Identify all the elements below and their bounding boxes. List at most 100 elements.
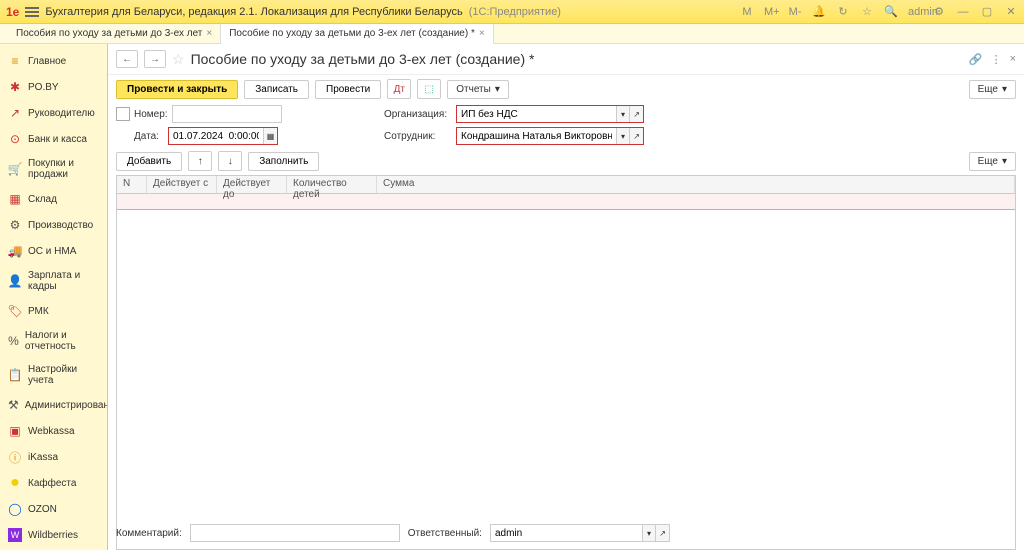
dropdown-icon[interactable]: ▾ [616,128,630,144]
open-ref-icon[interactable]: ↗ [655,525,669,541]
kebab-icon[interactable]: ⋮ [991,53,1002,66]
sidebar-item-ozon[interactable]: ◯OZON [0,496,107,522]
sidebar-item-bank[interactable]: ⊙Банк и касса [0,126,107,152]
tab-close-icon[interactable]: × [206,28,212,39]
forward-button[interactable]: → [144,50,166,68]
sidebar-item-production[interactable]: ⚙Производство [0,212,107,238]
back-button[interactable]: ← [116,50,138,68]
org-input[interactable] [457,106,616,122]
reports-dropdown[interactable]: Отчеты▾ [447,80,509,99]
post-and-close-button[interactable]: Провести и закрыть [116,80,238,99]
tab-close-icon[interactable]: × [479,28,485,39]
table-header: N Действует с Действует до Количество де… [117,176,1015,194]
page-title: Пособие по уходу за детьми до 3-ех лет (… [191,51,535,67]
menu-icon[interactable] [25,7,39,17]
tab-label: Пособие по уходу за детьми до 3-ех лет (… [229,28,475,39]
sidebar: ≡ Главное ✱PO.BY ↗Руководителю ⊙Банк и ка… [0,44,108,550]
sidebar-label: iKassa [28,452,58,463]
chevron-down-icon: ▾ [1002,84,1007,95]
star-icon: ✱ [8,80,22,94]
memory-mplus[interactable]: M+ [764,6,778,18]
search-icon[interactable]: 🔍 [884,5,898,18]
logo-1c: 1e [6,5,19,19]
memory-mminus[interactable]: M- [788,6,802,18]
history-icon[interactable]: ↻ [836,5,850,18]
tab-document[interactable]: Пособие по уходу за детьми до 3-ех лет (… [221,24,493,44]
sidebar-label: Главное [28,56,66,67]
close-panel-icon[interactable]: × [1010,53,1016,66]
fill-button[interactable]: Заполнить [248,152,319,171]
move-up-button[interactable]: ↑ [188,151,212,171]
manual-number-checkbox[interactable] [116,107,130,121]
bell-icon[interactable]: 🔔 [812,5,826,18]
write-button[interactable]: Записать [244,80,309,99]
sidebar-item-sales[interactable]: 🛒Покупки и продажи [0,152,107,186]
sidebar-label: Банк и касса [28,134,87,145]
close-icon[interactable]: ✕ [1004,5,1018,18]
home-icon: ≡ [8,54,22,68]
settings-icon[interactable]: ⚙ [932,5,946,18]
maximize-icon[interactable]: ▢ [980,5,994,18]
reports-label: Отчеты [456,84,491,95]
move-down-button[interactable]: ↓ [218,151,242,171]
structure-button[interactable]: ⬚ [417,79,441,99]
sidebar-item-webkassa[interactable]: ▣Webkassa [0,418,107,444]
col-sum[interactable]: Сумма [377,176,1015,193]
dropdown-icon[interactable]: ▾ [642,525,656,541]
emp-input[interactable] [457,128,616,144]
tab-list[interactable]: Пособия по уходу за детьми до 3-ех лет × [8,24,221,43]
sidebar-item-wildberries[interactable]: WWildberries [0,522,107,548]
favorite-icon[interactable]: ☆ [172,51,185,68]
sidebar-label: Webkassa [28,426,75,437]
dropdown-icon[interactable]: ▾ [616,106,630,122]
tab-label: Пособия по уходу за детьми до 3-ех лет [16,28,202,39]
sidebar-item-kaffesta[interactable]: ●Каффеста [0,470,107,496]
sidebar-label: Каффеста [28,478,76,489]
minimize-icon[interactable]: — [956,6,970,18]
toolbar: Провести и закрыть Записать Провести Дт … [108,75,1024,103]
form-row-1: Номер: Организация: ▾ ↗ [108,103,1024,125]
sidebar-item-manager[interactable]: ↗Руководителю [0,100,107,126]
number-input[interactable] [173,106,281,122]
post-button[interactable]: Провести [315,80,381,99]
table-row[interactable] [117,194,1015,210]
comment-input[interactable] [190,524,400,542]
sidebar-item-taxes[interactable]: %Налоги и отчетность [0,324,107,358]
open-ref-icon[interactable]: ↗ [629,106,643,122]
sidebar-item-poby[interactable]: ✱PO.BY [0,74,107,100]
col-n[interactable]: N [117,176,147,193]
user-label[interactable]: admin [908,6,922,18]
footer: Комментарий: Ответственный: ▾ ↗ [108,520,1024,546]
col-to[interactable]: Действует до [217,176,287,193]
sidebar-label: Настройки учета [28,364,99,386]
sidebar-item-assets[interactable]: 🚚ОС и НМА [0,238,107,264]
col-from[interactable]: Действует с [147,176,217,193]
number-field-wrap [172,105,282,123]
sidebar-item-ikassa[interactable]: ⓘiKassa [0,444,107,470]
movements-button[interactable]: Дт [387,79,411,99]
sidebar-label: Wildberries [28,530,78,541]
more-dropdown[interactable]: Еще▾ [969,80,1016,99]
table-more-dropdown[interactable]: Еще▾ [969,152,1016,171]
responsible-input[interactable] [491,525,642,541]
memory-m[interactable]: M [740,6,754,18]
sidebar-label: OZON [28,504,57,515]
col-kids[interactable]: Количество детей [287,176,377,193]
sidebar-item-main[interactable]: ≡ Главное [0,48,107,74]
responsible-field-wrap: ▾ ↗ [490,524,670,542]
topbar-right: M M+ M- 🔔 ↻ ☆ 🔍 admin ⚙ — ▢ ✕ [740,5,1018,18]
sidebar-label: ОС и НМА [28,246,76,257]
star-icon[interactable]: ☆ [860,5,874,18]
calendar-icon[interactable]: ▦ [263,128,277,144]
sidebar-item-warehouse[interactable]: ▦Склад [0,186,107,212]
add-button[interactable]: Добавить [116,152,182,171]
date-input[interactable] [169,128,263,144]
sidebar-item-rmk[interactable]: 🏷РМК [0,298,107,324]
main-header: ← → ☆ Пособие по уходу за детьми до 3-ех… [108,44,1024,75]
open-ref-icon[interactable]: ↗ [629,128,643,144]
sidebar-label: Производство [28,220,93,231]
sidebar-item-settings[interactable]: 📋Настройки учета [0,358,107,392]
sidebar-item-salary[interactable]: 👤Зарплата и кадры [0,264,107,298]
link-icon[interactable]: 🔗 [969,53,983,66]
sidebar-item-admin[interactable]: ⚒Администрирование [0,392,107,418]
